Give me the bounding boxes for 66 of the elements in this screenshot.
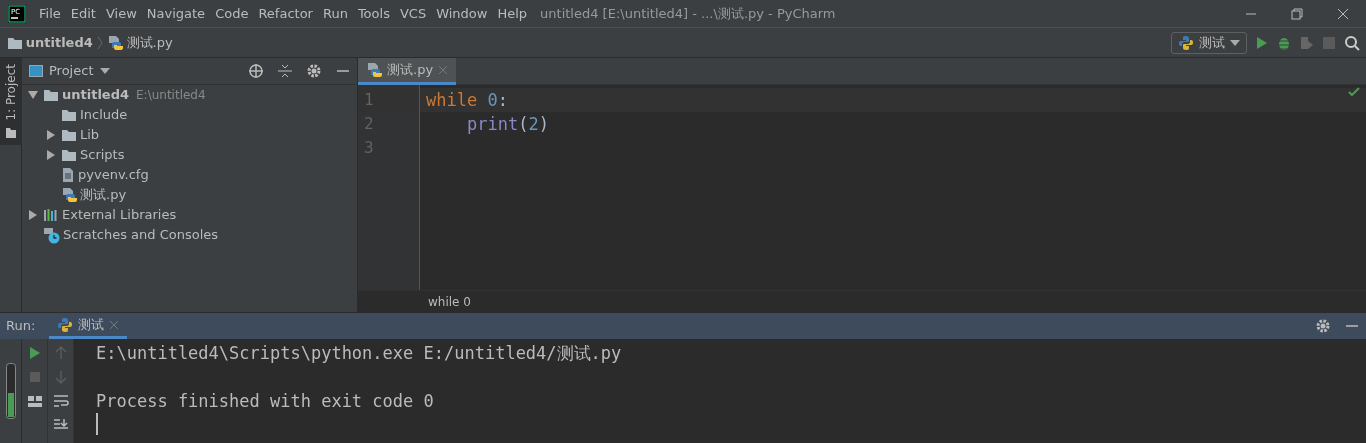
- folder-icon: [5, 126, 17, 139]
- run-config-dropdown[interactable]: 测试: [1171, 31, 1247, 54]
- python-file-icon: [366, 62, 382, 78]
- editor-tab[interactable]: 测试.py: [358, 58, 457, 85]
- collapsed-arrow-icon[interactable]: [46, 150, 56, 160]
- window-title: untitled4 [E:\untitled4] - ...\测试.py - PyCharm: [540, 4, 836, 23]
- expanded-arrow-icon[interactable]: [28, 90, 38, 100]
- code-line: while 0:: [426, 89, 508, 113]
- tree-item[interactable]: 测试.py: [80, 185, 127, 205]
- caret-icon: [1230, 39, 1240, 46]
- layout-icon[interactable]: [26, 393, 43, 409]
- caret-icon: [100, 68, 110, 74]
- menu-item[interactable]: Refactor: [253, 3, 318, 24]
- python-icon: [1178, 34, 1194, 51]
- tree-item[interactable]: External Libraries: [62, 205, 177, 225]
- code-line: print(2): [465, 113, 549, 137]
- project-tool-tab[interactable]: 1: Project: [0, 58, 22, 145]
- settings-icon[interactable]: [305, 63, 322, 79]
- python-file-icon: [61, 187, 77, 203]
- menu-item[interactable]: Edit: [65, 3, 101, 24]
- console-line: E:\untitled4\Scripts\python.exe E:/untitled4/测试.py: [96, 342, 623, 365]
- restore-icon[interactable]: [1290, 6, 1304, 21]
- collapse-icon[interactable]: [276, 63, 293, 79]
- python-icon: [57, 316, 74, 333]
- menu-item[interactable]: Navigate: [141, 3, 211, 24]
- folder-icon: [61, 108, 77, 122]
- folder-icon: [6, 35, 23, 50]
- menu-item[interactable]: File: [34, 3, 66, 24]
- folder-icon: [61, 128, 77, 142]
- tree-item[interactable]: pyvenv.cfg: [78, 165, 149, 185]
- libraries-icon: [43, 208, 59, 222]
- panel-title[interactable]: Project: [49, 61, 94, 81]
- console-line: Process finished with exit code 0: [96, 390, 435, 413]
- memory-indicator-icon: [5, 363, 16, 419]
- collapsed-arrow-icon[interactable]: [28, 210, 38, 220]
- tree-item[interactable]: untitled4: [62, 85, 130, 105]
- menu-item[interactable]: VCS: [394, 3, 432, 24]
- locate-icon[interactable]: [247, 63, 264, 79]
- settings-icon[interactable]: [1314, 318, 1331, 334]
- file-icon: [61, 167, 75, 183]
- tree-item[interactable]: Scratches and Consoles: [63, 225, 219, 245]
- panel-icon: [28, 65, 43, 77]
- run-label: Run:: [6, 317, 36, 336]
- chevron-icon: [96, 34, 105, 51]
- python-file-icon: [107, 34, 124, 51]
- path-hint: E:\untitled4: [136, 87, 206, 104]
- menu-item[interactable]: Help: [492, 3, 533, 24]
- folder-icon: [61, 148, 77, 162]
- close-icon[interactable]: [1336, 6, 1350, 21]
- breadcrumb-item[interactable]: 测试.py: [126, 32, 173, 53]
- check-icon: [1348, 87, 1360, 97]
- menu-item[interactable]: View: [100, 3, 142, 24]
- collapsed-arrow-icon[interactable]: [46, 130, 56, 140]
- wrap-icon[interactable]: [52, 393, 69, 409]
- tree-item[interactable]: Scripts: [80, 145, 125, 165]
- breadcrumb-item[interactable]: untitled4: [25, 32, 93, 53]
- menu-item[interactable]: Code: [210, 3, 254, 24]
- tree-item[interactable]: Include: [80, 105, 128, 125]
- folder-icon: [43, 88, 59, 102]
- menu-item[interactable]: Tools: [352, 3, 395, 24]
- menu-item[interactable]: Run: [317, 3, 353, 24]
- menu-item[interactable]: Window: [431, 3, 493, 24]
- text-cursor: [96, 413, 98, 435]
- scratches-icon: [43, 226, 60, 244]
- tree-item[interactable]: Lib: [80, 125, 100, 145]
- search-icon[interactable]: [1343, 34, 1360, 51]
